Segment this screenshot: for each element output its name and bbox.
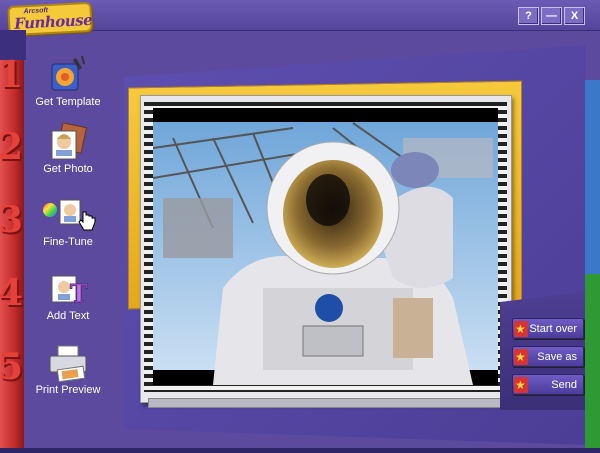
save-as-label: Save as <box>537 351 577 363</box>
close-button[interactable]: X <box>564 7 585 25</box>
star-icon <box>514 320 528 338</box>
start-over-label: Start over <box>529 323 577 335</box>
frame-base <box>148 398 512 408</box>
astronaut-photo <box>153 108 498 385</box>
get-photo-label: Get Photo <box>43 163 93 175</box>
fine-tune-label: Fine-Tune <box>43 236 93 248</box>
fine-tune-tool[interactable]: Fine-Tune <box>28 196 108 248</box>
svg-text:T: T <box>70 279 88 308</box>
bottom-edge <box>0 448 600 453</box>
save-as-button[interactable]: Save as <box>512 346 584 367</box>
fine-tune-icon <box>40 196 96 234</box>
scenery-edge <box>585 80 600 453</box>
photo-canvas[interactable] <box>153 108 498 385</box>
printer-icon <box>48 344 88 383</box>
add-text-tool[interactable]: T Add Text <box>28 270 108 322</box>
add-text-icon: T <box>48 270 89 309</box>
title-bar: Arcsoft Funhouse ? — X <box>0 0 600 37</box>
star-icon <box>514 348 528 366</box>
star-icon <box>514 376 528 394</box>
get-template-tool[interactable]: Get Template <box>28 55 108 108</box>
send-button[interactable]: Send <box>512 374 584 395</box>
hand-cursor-icon <box>78 211 96 231</box>
funhouse-window: Arcsoft Funhouse ? — X 1 2 3 4 5 Get Tem… <box>0 0 600 453</box>
send-label: Send <box>551 379 577 391</box>
template-icon <box>48 55 88 94</box>
get-photo-tool[interactable]: Get Photo <box>28 122 108 175</box>
print-preview-tool[interactable]: Print Preview <box>28 344 108 396</box>
get-template-label: Get Template <box>35 96 101 108</box>
minimize-button[interactable]: — <box>541 7 562 25</box>
start-over-button[interactable]: Start over <box>512 318 584 339</box>
photo-icon <box>48 122 88 161</box>
print-preview-label: Print Preview <box>35 384 101 396</box>
add-text-label: Add Text <box>46 310 90 322</box>
help-button[interactable]: ? <box>518 7 539 25</box>
